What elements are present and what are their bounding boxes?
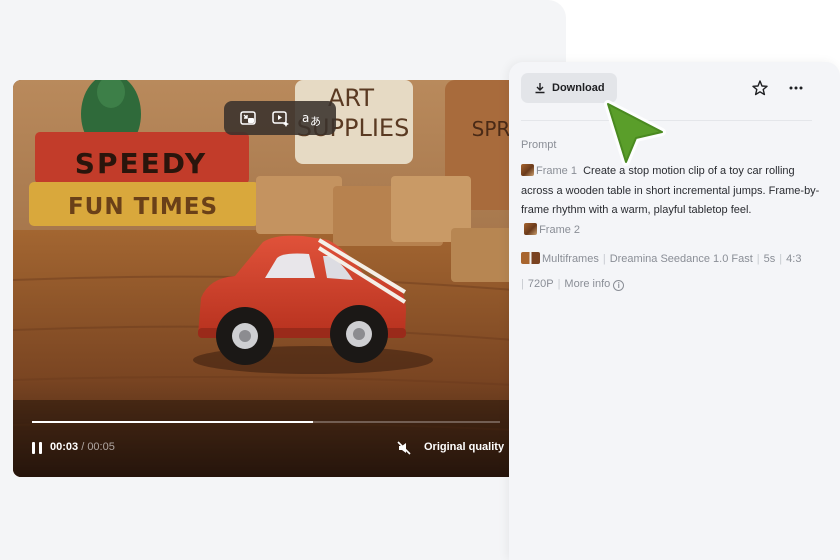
jar-label-spr: SPR (472, 117, 511, 141)
progress-bar[interactable] (32, 421, 500, 423)
download-icon (535, 83, 545, 94)
info-icon: i (613, 280, 625, 291)
meta-duration: 5s (763, 253, 776, 265)
frame-2-reference[interactable]: Frame 2 (524, 222, 581, 236)
more-options-icon[interactable] (787, 79, 805, 97)
book-title-speedy: SPEEDY (75, 147, 207, 180)
picture-in-picture-icon[interactable] (235, 105, 261, 131)
meta-model: Dreamina Seedance 1.0 Fast (609, 253, 753, 265)
svg-text:あ: あ (310, 115, 321, 127)
frame-1-reference[interactable]: Frame 1 (521, 164, 577, 177)
video-sparkle-icon[interactable] (267, 105, 293, 131)
prompt-label: Prompt (521, 139, 557, 151)
pause-icon[interactable] (30, 441, 44, 455)
time-current: 00:03 (50, 441, 79, 453)
details-panel: Download Prompt Frame 1 Create a stop mo… (509, 62, 840, 560)
translate-icon[interactable]: aあ (299, 105, 325, 131)
video-toolbar: aあ (224, 101, 336, 135)
more-info-link[interactable]: More info i (564, 278, 625, 291)
time-display: 00:03 / 00:05 (50, 441, 115, 453)
meta-mode: Multiframes (542, 253, 599, 265)
frame-2-label: Frame 2 (539, 223, 581, 236)
book-title-fun-times: FUN TIMES (68, 194, 218, 220)
meta-ratio: 4:3 (786, 253, 802, 265)
mute-icon[interactable] (396, 440, 412, 456)
prompt-body: Frame 1 Create a stop motion clip of a t… (521, 162, 821, 240)
time-total: / 00:05 (81, 441, 115, 453)
svg-text:a: a (302, 111, 309, 125)
video-controls: 00:03 / 00:05 Original quality (13, 400, 513, 477)
cursor-arrow-icon (604, 100, 666, 166)
generation-meta: Multiframes | Dreamina Seedance 1.0 Fast | 5… (521, 252, 802, 291)
download-label: Download (552, 82, 605, 94)
frame-1-thumbnail (521, 164, 534, 176)
multiframes-thumbnail (521, 252, 540, 264)
frame-1-label: Frame 1 (536, 165, 577, 177)
quality-selector[interactable]: Original quality (424, 441, 504, 453)
star-icon[interactable] (751, 79, 769, 97)
progress-fill (32, 421, 313, 423)
meta-resolution: 720P (527, 278, 554, 290)
more-info-label: More info (564, 278, 611, 290)
frame-2-thumbnail (524, 222, 538, 235)
